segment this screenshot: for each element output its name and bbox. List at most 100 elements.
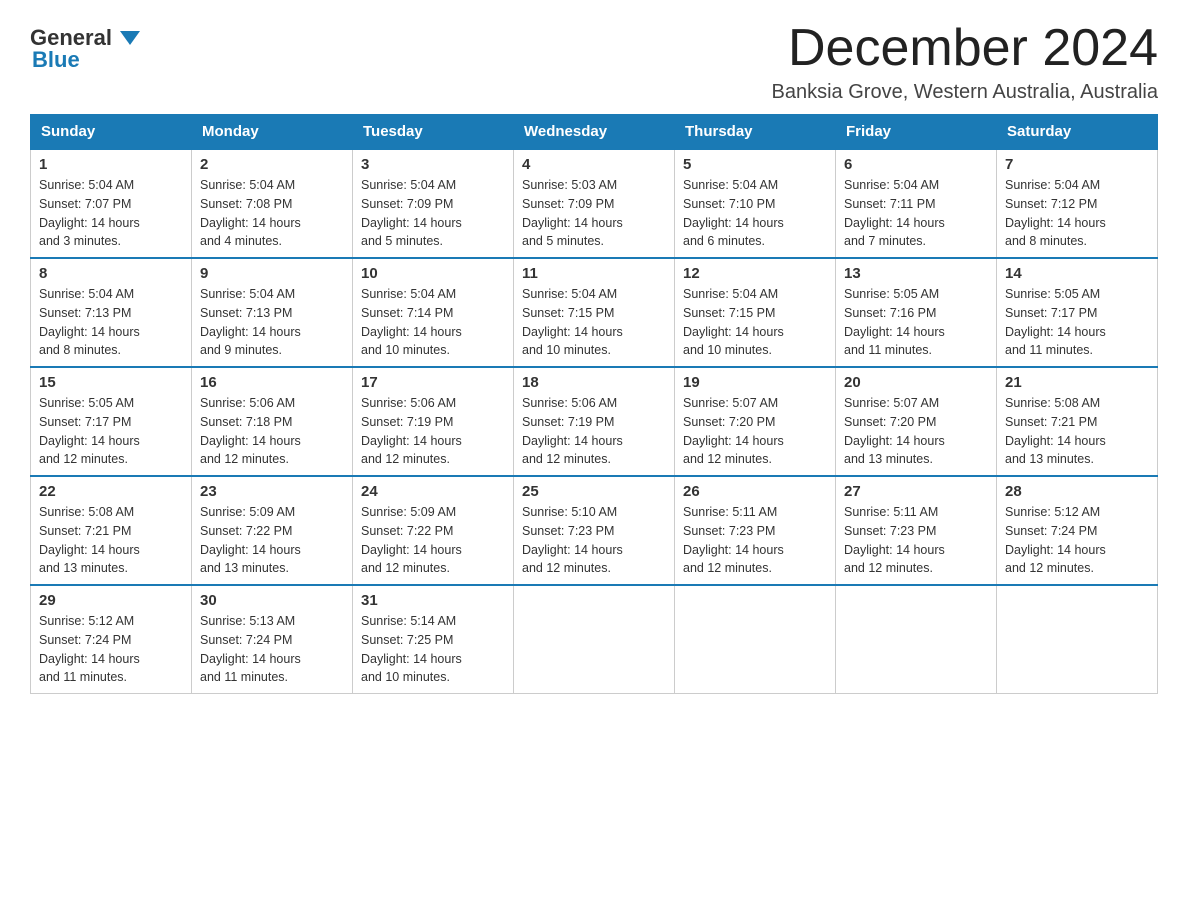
calendar-week-row: 29 Sunrise: 5:12 AMSunset: 7:24 PMDaylig… [31,585,1158,694]
table-row: 9 Sunrise: 5:04 AMSunset: 7:13 PMDayligh… [192,258,353,367]
day-number: 5 [683,156,827,173]
logo-text-blue: Blue [30,47,80,73]
day-info: Sunrise: 5:11 AMSunset: 7:23 PMDaylight:… [683,505,784,575]
table-row: 10 Sunrise: 5:04 AMSunset: 7:14 PMDaylig… [353,258,514,367]
table-row: 15 Sunrise: 5:05 AMSunset: 7:17 PMDaylig… [31,367,192,476]
page-header: General Blue December 2024 Banksia Grove… [30,20,1158,104]
table-row: 12 Sunrise: 5:04 AMSunset: 7:15 PMDaylig… [675,258,836,367]
table-row: 5 Sunrise: 5:04 AMSunset: 7:10 PMDayligh… [675,149,836,258]
day-info: Sunrise: 5:04 AMSunset: 7:11 PMDaylight:… [844,178,945,248]
table-row: 17 Sunrise: 5:06 AMSunset: 7:19 PMDaylig… [353,367,514,476]
calendar-week-row: 1 Sunrise: 5:04 AMSunset: 7:07 PMDayligh… [31,149,1158,258]
day-number: 11 [522,265,666,282]
table-row: 11 Sunrise: 5:04 AMSunset: 7:15 PMDaylig… [514,258,675,367]
table-row: 30 Sunrise: 5:13 AMSunset: 7:24 PMDaylig… [192,585,353,694]
table-row: 27 Sunrise: 5:11 AMSunset: 7:23 PMDaylig… [836,476,997,585]
table-row: 7 Sunrise: 5:04 AMSunset: 7:12 PMDayligh… [997,149,1158,258]
table-row: 6 Sunrise: 5:04 AMSunset: 7:11 PMDayligh… [836,149,997,258]
table-row: 26 Sunrise: 5:11 AMSunset: 7:23 PMDaylig… [675,476,836,585]
day-number: 31 [361,592,505,609]
logo-arrow-icon [120,31,140,45]
col-tuesday: Tuesday [353,115,514,150]
day-info: Sunrise: 5:09 AMSunset: 7:22 PMDaylight:… [200,505,301,575]
day-info: Sunrise: 5:04 AMSunset: 7:12 PMDaylight:… [1005,178,1106,248]
day-info: Sunrise: 5:06 AMSunset: 7:19 PMDaylight:… [361,396,462,466]
calendar-week-row: 15 Sunrise: 5:05 AMSunset: 7:17 PMDaylig… [31,367,1158,476]
col-wednesday: Wednesday [514,115,675,150]
day-number: 3 [361,156,505,173]
day-number: 17 [361,374,505,391]
table-row: 4 Sunrise: 5:03 AMSunset: 7:09 PMDayligh… [514,149,675,258]
day-number: 23 [200,483,344,500]
table-row: 31 Sunrise: 5:14 AMSunset: 7:25 PMDaylig… [353,585,514,694]
day-info: Sunrise: 5:04 AMSunset: 7:13 PMDaylight:… [39,287,140,357]
table-row: 13 Sunrise: 5:05 AMSunset: 7:16 PMDaylig… [836,258,997,367]
day-number: 18 [522,374,666,391]
day-info: Sunrise: 5:03 AMSunset: 7:09 PMDaylight:… [522,178,623,248]
table-row: 29 Sunrise: 5:12 AMSunset: 7:24 PMDaylig… [31,585,192,694]
day-number: 14 [1005,265,1149,282]
table-row: 18 Sunrise: 5:06 AMSunset: 7:19 PMDaylig… [514,367,675,476]
day-info: Sunrise: 5:06 AMSunset: 7:19 PMDaylight:… [522,396,623,466]
day-number: 8 [39,265,183,282]
day-info: Sunrise: 5:08 AMSunset: 7:21 PMDaylight:… [1005,396,1106,466]
table-row [836,585,997,694]
calendar-table: Sunday Monday Tuesday Wednesday Thursday… [30,114,1158,694]
day-info: Sunrise: 5:07 AMSunset: 7:20 PMDaylight:… [683,396,784,466]
day-info: Sunrise: 5:07 AMSunset: 7:20 PMDaylight:… [844,396,945,466]
title-block: December 2024 Banksia Grove, Western Aus… [772,20,1158,104]
col-friday: Friday [836,115,997,150]
day-info: Sunrise: 5:12 AMSunset: 7:24 PMDaylight:… [39,614,140,684]
day-number: 30 [200,592,344,609]
day-info: Sunrise: 5:04 AMSunset: 7:15 PMDaylight:… [522,287,623,357]
table-row: 14 Sunrise: 5:05 AMSunset: 7:17 PMDaylig… [997,258,1158,367]
day-number: 29 [39,592,183,609]
day-number: 13 [844,265,988,282]
day-number: 28 [1005,483,1149,500]
table-row: 25 Sunrise: 5:10 AMSunset: 7:23 PMDaylig… [514,476,675,585]
day-number: 16 [200,374,344,391]
col-saturday: Saturday [997,115,1158,150]
month-title: December 2024 [772,20,1158,77]
table-row: 19 Sunrise: 5:07 AMSunset: 7:20 PMDaylig… [675,367,836,476]
calendar-header-row: Sunday Monday Tuesday Wednesday Thursday… [31,115,1158,150]
day-info: Sunrise: 5:04 AMSunset: 7:14 PMDaylight:… [361,287,462,357]
day-info: Sunrise: 5:04 AMSunset: 7:09 PMDaylight:… [361,178,462,248]
day-number: 20 [844,374,988,391]
calendar-week-row: 22 Sunrise: 5:08 AMSunset: 7:21 PMDaylig… [31,476,1158,585]
table-row [675,585,836,694]
table-row: 28 Sunrise: 5:12 AMSunset: 7:24 PMDaylig… [997,476,1158,585]
table-row: 24 Sunrise: 5:09 AMSunset: 7:22 PMDaylig… [353,476,514,585]
location-subtitle: Banksia Grove, Western Australia, Austra… [772,81,1158,104]
day-number: 12 [683,265,827,282]
day-info: Sunrise: 5:10 AMSunset: 7:23 PMDaylight:… [522,505,623,575]
day-info: Sunrise: 5:14 AMSunset: 7:25 PMDaylight:… [361,614,462,684]
col-sunday: Sunday [31,115,192,150]
day-number: 6 [844,156,988,173]
day-number: 21 [1005,374,1149,391]
table-row [514,585,675,694]
table-row: 1 Sunrise: 5:04 AMSunset: 7:07 PMDayligh… [31,149,192,258]
table-row: 8 Sunrise: 5:04 AMSunset: 7:13 PMDayligh… [31,258,192,367]
day-info: Sunrise: 5:04 AMSunset: 7:13 PMDaylight:… [200,287,301,357]
table-row: 20 Sunrise: 5:07 AMSunset: 7:20 PMDaylig… [836,367,997,476]
table-row: 21 Sunrise: 5:08 AMSunset: 7:21 PMDaylig… [997,367,1158,476]
day-info: Sunrise: 5:05 AMSunset: 7:17 PMDaylight:… [1005,287,1106,357]
day-info: Sunrise: 5:08 AMSunset: 7:21 PMDaylight:… [39,505,140,575]
day-info: Sunrise: 5:05 AMSunset: 7:17 PMDaylight:… [39,396,140,466]
day-info: Sunrise: 5:13 AMSunset: 7:24 PMDaylight:… [200,614,301,684]
day-number: 2 [200,156,344,173]
day-info: Sunrise: 5:09 AMSunset: 7:22 PMDaylight:… [361,505,462,575]
day-number: 22 [39,483,183,500]
day-info: Sunrise: 5:04 AMSunset: 7:08 PMDaylight:… [200,178,301,248]
logo: General Blue [30,20,140,73]
day-number: 25 [522,483,666,500]
day-info: Sunrise: 5:06 AMSunset: 7:18 PMDaylight:… [200,396,301,466]
day-number: 9 [200,265,344,282]
day-info: Sunrise: 5:04 AMSunset: 7:10 PMDaylight:… [683,178,784,248]
table-row: 23 Sunrise: 5:09 AMSunset: 7:22 PMDaylig… [192,476,353,585]
day-number: 24 [361,483,505,500]
day-number: 27 [844,483,988,500]
day-number: 4 [522,156,666,173]
day-number: 19 [683,374,827,391]
